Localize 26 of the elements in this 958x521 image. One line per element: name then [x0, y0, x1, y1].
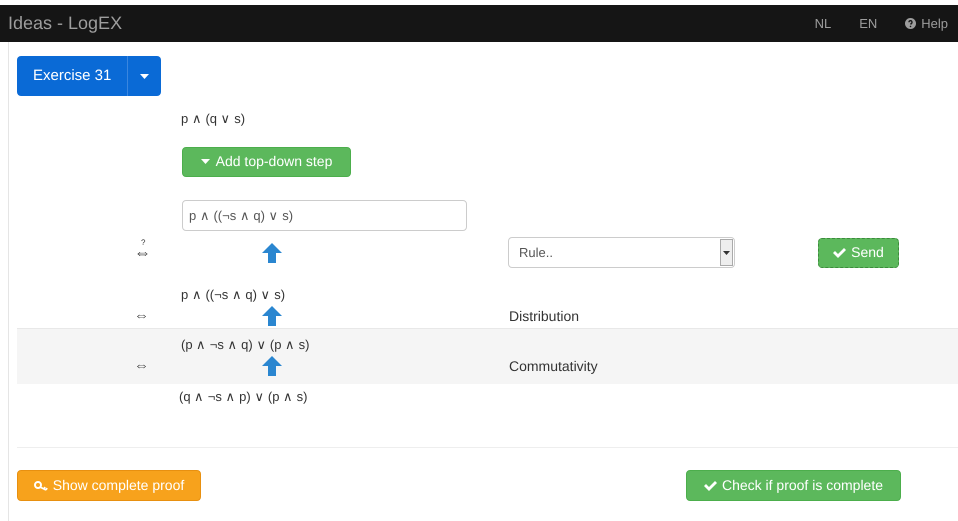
rule-name: Commutativity	[509, 356, 598, 376]
equivalence-symbol: ⇔	[134, 356, 150, 376]
check-icon	[704, 480, 717, 490]
help-link[interactable]: Help	[905, 14, 948, 34]
key-icon	[34, 480, 48, 490]
question-mark: ?	[141, 239, 146, 247]
caret-icon	[200, 159, 210, 164]
up-arrow-icon	[262, 242, 282, 262]
formula: (q ∧ ¬s ∧ p) ∨ (p ∧ s)	[179, 388, 308, 406]
caret-icon	[140, 74, 150, 78]
help-icon	[905, 18, 916, 29]
formula-input-field[interactable]: p ∧ ((¬s ∧ q) ∨ s)	[182, 200, 467, 230]
rule-select[interactable]: Rule..	[508, 237, 735, 268]
formula: p ∧ (q ∨ s)	[181, 110, 246, 128]
check-icon	[833, 248, 846, 258]
up-arrow-icon	[262, 306, 282, 326]
up-arrow-icon	[262, 356, 282, 376]
language-link[interactable]: EN	[859, 14, 878, 34]
caret-icon	[723, 250, 730, 254]
language-link[interactable]: NL	[814, 14, 832, 34]
rule-name: Distribution	[509, 306, 580, 326]
exercise-dropdown[interactable]: Exercise 31	[17, 56, 162, 96]
equivalence-symbol: ⇔	[134, 306, 150, 326]
formula: p ∧ ((¬s ∧ q) ∨ s)	[181, 286, 286, 304]
formula: (p ∧ ¬s ∧ q) ∨ (p ∧ s)	[181, 336, 310, 354]
app-title: Ideas - LogEX	[8, 12, 122, 35]
